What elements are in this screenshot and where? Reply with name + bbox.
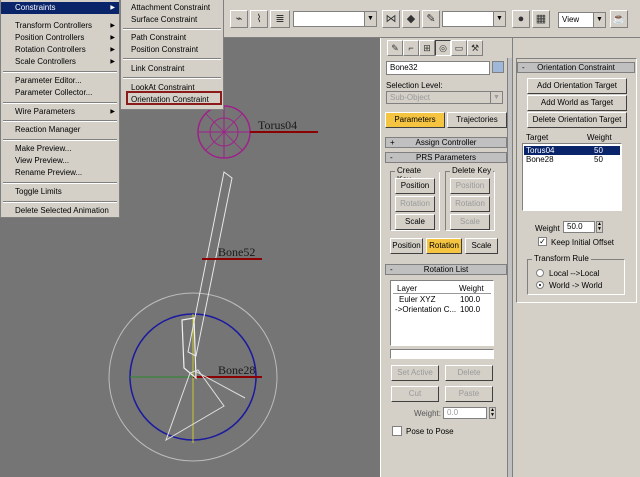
- prs-position-button[interactable]: Position: [390, 238, 423, 254]
- selection-level-label: Selection Level:: [386, 81, 443, 90]
- list-header-layer: Layer: [397, 284, 418, 293]
- menu-separator: [123, 28, 221, 30]
- list-item[interactable]: Euler XYZ 100.0: [392, 295, 492, 304]
- submenu-item-path-constraint[interactable]: Path Constraint: [121, 32, 223, 44]
- list-header-weight: Weight: [459, 284, 484, 293]
- utilities-tab-icon[interactable]: ⚒: [467, 40, 483, 56]
- delete-layer-button[interactable]: Delete: [445, 365, 493, 381]
- paste-button[interactable]: Paste: [445, 386, 493, 402]
- menu-separator: [3, 139, 117, 141]
- tab-trajectories[interactable]: Trajectories: [447, 112, 507, 128]
- selection-filter-select[interactable]: ▼: [293, 11, 377, 27]
- object-color-swatch[interactable]: [492, 61, 504, 73]
- delete-key-scale-button[interactable]: Scale: [450, 214, 490, 230]
- view-select[interactable]: View ▼: [558, 12, 606, 28]
- menu-item-scale-controllers[interactable]: Scale Controllers ▶: [1, 56, 119, 68]
- menu-separator: [3, 71, 117, 73]
- quick-render-icon[interactable]: ☕: [610, 10, 628, 28]
- selection-level-select[interactable]: Sub-Object ▼: [386, 91, 503, 104]
- menu-item-transform-controllers[interactable]: Transform Controllers ▶: [1, 20, 119, 32]
- list-item[interactable]: ->Orientation C... 100.0: [392, 305, 492, 314]
- menu-item-position-controllers[interactable]: Position Controllers ▶: [1, 32, 119, 44]
- viewport-label-bone52: Bone52: [218, 245, 256, 259]
- assign-controller-rollout[interactable]: + Assign Controller: [385, 137, 507, 148]
- motion-tab-icon[interactable]: ◎: [435, 40, 451, 56]
- orientation-constraint-panel: - Orientation Constraint Add Orientation …: [512, 38, 640, 477]
- bone-shape-3: [165, 369, 225, 442]
- tab-parameters[interactable]: Parameters: [385, 112, 445, 128]
- menu-item-make-preview[interactable]: Make Preview...: [1, 143, 119, 155]
- select-by-name-icon[interactable]: ≣: [270, 10, 290, 28]
- create-tab-icon[interactable]: ✎: [387, 40, 403, 56]
- menu-item-delete-selected-animation[interactable]: Delete Selected Animation: [1, 205, 119, 217]
- command-panel: ✎ ⌐ ⊞ ◎ ▭ ⚒ Bone32 Selection Level: Sub-…: [380, 38, 512, 477]
- cut-button[interactable]: Cut: [391, 386, 439, 402]
- weight-spinner-icon[interactable]: ▲ ▼: [489, 407, 496, 419]
- pose-to-pose-checkbox[interactable]: [392, 426, 402, 436]
- unlink-icon[interactable]: ⌇: [250, 10, 268, 28]
- menu-item-constraints[interactable]: Constraints ▶: [1, 2, 119, 14]
- material-editor-icon[interactable]: ●: [512, 10, 530, 28]
- prs-scale-button[interactable]: Scale: [465, 238, 498, 254]
- submenu-item-position-constraint[interactable]: Position Constraint: [121, 44, 223, 56]
- create-key-scale-button[interactable]: Scale: [395, 214, 435, 230]
- orientation-rollout-frame: [516, 58, 637, 303]
- submenu-item-link-constraint[interactable]: Link Constraint: [121, 63, 223, 75]
- menu-item-rotation-controllers[interactable]: Rotation Controllers ▶: [1, 44, 119, 56]
- display-tab-icon[interactable]: ▭: [451, 40, 467, 56]
- menu-separator: [3, 201, 117, 203]
- menu-separator: [123, 58, 221, 60]
- animation-menu: Constraints ▶ Transform Controllers ▶ Posi…: [0, 0, 120, 218]
- rotation-list-rollout[interactable]: - Rotation List: [385, 264, 507, 275]
- menu-item-reaction-manager[interactable]: Reaction Manager: [1, 124, 119, 136]
- menu-item-toggle-limits[interactable]: Toggle Limits: [1, 186, 119, 198]
- menu-separator: [3, 120, 117, 122]
- orientation-constraint-highlight: [126, 91, 222, 105]
- submenu-item-surface-constraint[interactable]: Surface Constraint: [121, 14, 223, 26]
- viewport-label-torus04: Torus04: [258, 118, 298, 132]
- link-icon[interactable]: ⌁: [230, 10, 248, 28]
- pose-to-pose-label: Pose to Pose: [406, 427, 454, 436]
- delete-key-rotation-button[interactable]: Rotation: [450, 196, 490, 212]
- named-selection-select[interactable]: ▼: [442, 11, 506, 27]
- create-key-position-button[interactable]: Position: [395, 178, 435, 194]
- menu-item-parameter-collector[interactable]: Parameter Collector...: [1, 87, 119, 99]
- submenu-item-attachment-constraint[interactable]: Attachment Constraint: [121, 2, 223, 14]
- rotation-weight-field[interactable]: 0.0: [443, 407, 487, 419]
- list-name-field[interactable]: [390, 349, 494, 359]
- menu-separator: [3, 102, 117, 104]
- hierarchy-tab-icon[interactable]: ⊞: [419, 40, 435, 56]
- menu-item-wire-parameters[interactable]: Wire Parameters ▶: [1, 106, 119, 118]
- menu-item-parameter-editor[interactable]: Parameter Editor...: [1, 75, 119, 87]
- menu-separator: [3, 182, 117, 184]
- named-selection-icon[interactable]: ✎: [422, 10, 440, 28]
- prs-parameters-rollout[interactable]: - PRS Parameters: [385, 152, 507, 163]
- set-active-button[interactable]: Set Active: [391, 365, 439, 381]
- menu-separator: [123, 77, 221, 79]
- prs-rotation-button[interactable]: Rotation: [426, 238, 462, 254]
- viewport-label-bone28: Bone28: [218, 363, 256, 377]
- delete-key-position-button[interactable]: Position: [450, 178, 490, 194]
- torus04-object[interactable]: [197, 105, 251, 159]
- menu-item-view-preview[interactable]: View Preview...: [1, 155, 119, 167]
- modify-tab-icon[interactable]: ⌐: [403, 40, 419, 56]
- create-key-rotation-button[interactable]: Rotation: [395, 196, 435, 212]
- object-name-field[interactable]: Bone32: [386, 61, 490, 75]
- rotation-weight-label: Weight:: [414, 409, 441, 418]
- render-setup-icon[interactable]: ▦: [532, 10, 550, 28]
- align-icon[interactable]: ◆: [402, 10, 420, 28]
- mirror-icon[interactable]: ⋈: [382, 10, 400, 28]
- rotation-list[interactable]: Layer Weight Euler XYZ 100.0 ->Orientatio…: [390, 280, 494, 346]
- list-header-divider: [393, 293, 491, 294]
- menu-item-rename-preview[interactable]: Rename Preview...: [1, 167, 119, 179]
